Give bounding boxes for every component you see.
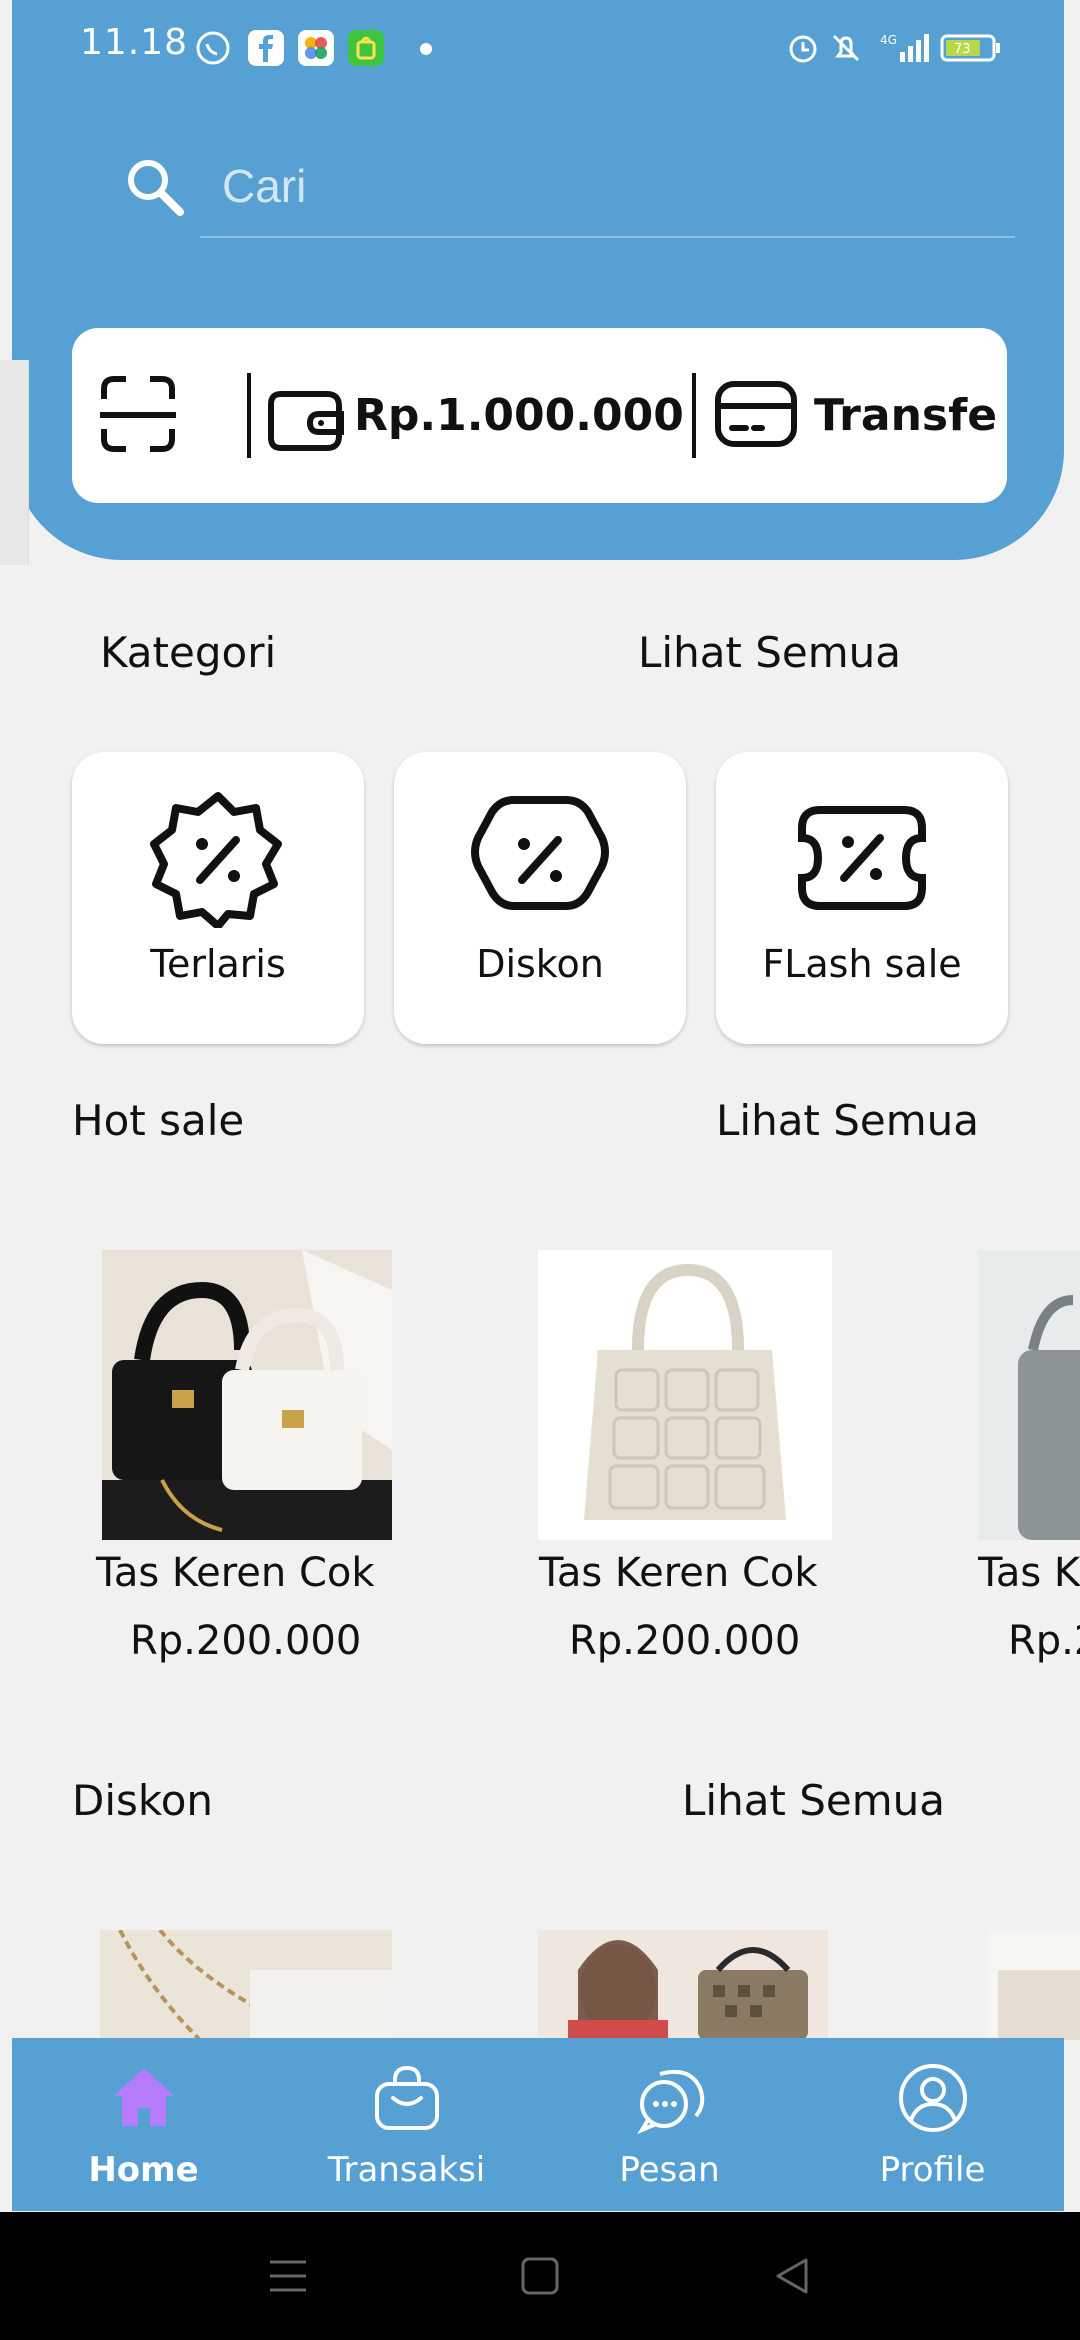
category-label: FLash sale (762, 942, 962, 986)
product-image[interactable] (988, 1930, 1080, 2040)
hot-sale-see-all-link[interactable]: Lihat Semua (716, 1096, 979, 1145)
hot-sale-title: Hot sale (72, 1096, 245, 1145)
product-price: Rp.200.000 (1008, 1618, 1080, 1664)
card-divider (692, 373, 696, 458)
search-bar[interactable] (120, 140, 1020, 240)
product-price: Rp.200.000 (569, 1618, 801, 1664)
nav-label: Transaksi (327, 2150, 486, 2190)
chat-icon (637, 2069, 705, 2134)
menu-icon[interactable] (268, 2256, 308, 2300)
kategori-title: Kategori (100, 628, 277, 677)
mute-icon (828, 30, 864, 66)
battery-icon: 73 (940, 30, 1002, 66)
product-image[interactable] (978, 1250, 1080, 1540)
nav-label: Profile (879, 2150, 986, 2190)
product-image[interactable] (100, 1930, 392, 2040)
product-image[interactable] (102, 1250, 392, 1540)
card-icon[interactable] (714, 380, 798, 454)
scan-icon[interactable] (98, 373, 178, 462)
product-price: Rp.200.000 (130, 1618, 362, 1664)
search-underline (200, 236, 1015, 238)
whatsapp-icon (195, 30, 231, 66)
category-flash-sale[interactable]: FLash sale (716, 752, 1008, 1044)
nav-label: Pesan (619, 2150, 720, 2190)
diskon-title: Diskon (72, 1776, 214, 1825)
search-icon[interactable] (120, 152, 190, 222)
discount-ticket-icon (798, 806, 926, 910)
search-input[interactable] (220, 150, 984, 222)
diskon-see-all-link[interactable]: Lihat Semua (682, 1776, 945, 1825)
shopping-bag-icon (375, 2065, 439, 2130)
product-image[interactable] (538, 1930, 828, 2040)
discount-badge-icon (150, 792, 282, 928)
nav-profile[interactable]: Profile (801, 2038, 1064, 2211)
nav-label: Home (88, 2150, 199, 2190)
user-icon (899, 2064, 967, 2132)
svg-text:4G: 4G (880, 33, 897, 47)
notification-dot-icon (420, 43, 432, 55)
kategori-see-all-link[interactable]: Lihat Semua (638, 628, 901, 677)
product-name: Tas Keren Cok (96, 1550, 375, 1596)
product-name: Tas Keren Cok (539, 1550, 818, 1596)
transfer-button[interactable]: Transfe (814, 390, 997, 441)
facebook-icon (248, 30, 284, 66)
category-label: Terlaris (150, 942, 286, 986)
nav-home[interactable]: Home (12, 2038, 275, 2211)
status-time: 11.18 (80, 22, 189, 63)
category-label: Diskon (476, 942, 604, 986)
nav-pesan[interactable]: Pesan (538, 2038, 801, 2211)
home-icon (114, 2068, 174, 2126)
card-divider (247, 373, 251, 458)
nav-transaksi[interactable]: Transaksi (275, 2038, 538, 2211)
product-card[interactable]: Tas Keren Cok Rp.200.000 (978, 1250, 1080, 1670)
signal-icon: 4G (878, 30, 930, 66)
back-icon[interactable] (772, 2256, 812, 2300)
category-terlaris[interactable]: Terlaris (72, 752, 364, 1044)
alarm-icon (785, 30, 821, 66)
product-image[interactable] (538, 1250, 832, 1540)
wallet-card: Rp.1.000.000 Transfe (72, 328, 1007, 503)
system-nav-bar (0, 2212, 1080, 2340)
status-bar: 11.18 4G 73 (0, 0, 1080, 95)
wallet-balance: Rp.1.000.000 (354, 390, 684, 441)
home-button-icon[interactable] (520, 2256, 560, 2300)
discount-circle-icon (471, 796, 609, 910)
product-name: Tas Keren Cok (978, 1550, 1080, 1596)
wallet-icon[interactable] (267, 376, 345, 460)
bottom-nav: Home Transaksi Pesan Profile (12, 2038, 1064, 2211)
app-store-icon (348, 30, 384, 66)
side-handle (0, 360, 29, 565)
svg-text:73: 73 (954, 42, 971, 57)
photos-app-icon (298, 30, 334, 66)
category-diskon[interactable]: Diskon (394, 752, 686, 1044)
